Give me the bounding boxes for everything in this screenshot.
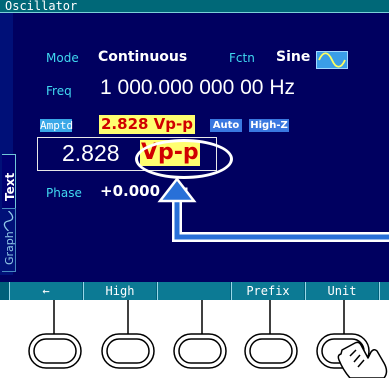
softkey-prefix[interactable]: Prefix [231,282,304,300]
key-4[interactable] [244,333,298,369]
oscillator-screen: Oscillator Text Graph Mode Continuous Fc… [0,0,389,282]
physical-keys [28,300,388,378]
pointer-arrow-icon [157,176,389,242]
hand-pointer-icon [337,341,388,378]
softkey-3[interactable] [157,282,230,300]
key-1[interactable] [28,333,82,369]
softkey-back[interactable]: ← [9,282,82,300]
softkey-unit[interactable]: Unit [305,282,378,300]
key-2[interactable] [101,333,155,369]
softkey-high[interactable]: High [83,282,156,300]
softkey-6[interactable] [379,282,389,300]
key-3[interactable] [173,333,227,369]
